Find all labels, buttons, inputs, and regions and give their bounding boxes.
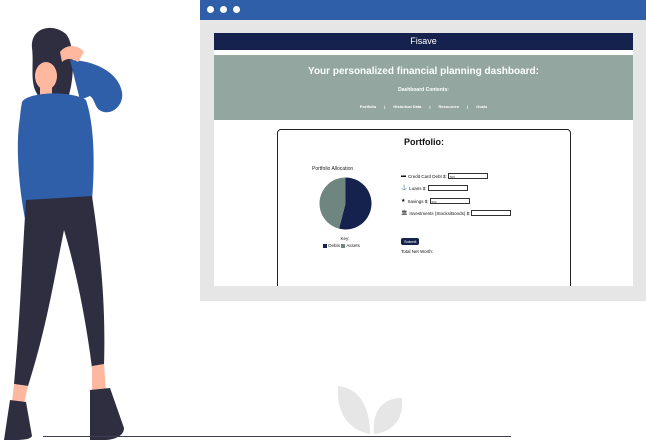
browser-titlebar [200,0,646,20]
leaf-left [337,386,370,434]
savings-input[interactable]: 600 [429,198,470,204]
legend-swatch-assets [341,243,346,248]
floor-line [43,436,511,437]
woman-illustration [4,27,124,440]
investments-label: Investments (Stocks/Bonds) $: [409,210,471,216]
nav-separator: | [384,104,386,109]
legend: Debts Assets [323,243,360,248]
browser-window: Fisave Your personalized financial plann… [200,0,646,301]
legend-key-label: Key: [340,236,350,241]
submit-button[interactable]: Submit [401,238,420,245]
anchor-icon: ⚓ [401,185,408,191]
legend-swatch-debts [323,243,327,248]
dashboard-contents-label: Dashboard Contents: [398,87,449,93]
investments-input[interactable] [471,210,512,216]
credit-card-debt-label: Credit Card Debt $: [408,173,447,179]
dashboard-nav: Portfolio | Historical Data | Resources … [214,104,633,109]
credit-card-icon: ▬ [401,173,406,179]
star-icon: ★ [401,198,406,204]
total-net-worth-label: Total Net Worth: [401,249,434,254]
credit-card-debt-field: ▬ Credit Card Debt $: 500 [401,173,488,179]
savings-field: ★ Savings $: 600 [401,198,470,204]
investments-field: 🏛 Investments (Stocks/Bonds) $: [401,210,512,216]
window-dot-close[interactable] [207,6,214,13]
loans-label: Loans $: [409,185,427,191]
window-dot-maximize[interactable] [233,6,240,13]
bank-icon: 🏛 [401,210,408,216]
portfolio-title: Portfolio: [404,137,444,147]
nav-link-portfolio[interactable]: Portfolio [360,104,376,109]
woman-figure [4,27,124,440]
savings-label: Savings $: [407,198,429,204]
allocation-pie-chart [319,177,372,230]
window-dot-minimize[interactable] [220,6,227,13]
loans-input[interactable] [427,185,468,191]
nav-separator: | [466,104,469,109]
chart-title: Portfolio Allocation [312,166,354,172]
browser-viewport: Fisave Your personalized financial plann… [214,33,633,286]
portfolio-card: Portfolio: Portfolio Allocation Key: Deb… [277,129,571,286]
app-title: Fisave [214,33,633,50]
plant-illustration [337,386,403,434]
leaf-right [373,398,403,434]
credit-card-debt-input[interactable]: 500 [447,173,488,179]
nav-link-goals[interactable]: Goals [476,104,487,109]
legend-label-assets: Assets [346,243,360,248]
hero-title: Your personalized financial planning das… [308,66,539,77]
nav-separator: | [429,104,431,109]
nav-link-resources[interactable]: Resources [439,104,459,109]
loans-field: ⚓ Loans $: [401,185,468,191]
nav-link-historical-data[interactable]: Historical Data [393,104,421,109]
hero-banner: Your personalized financial planning das… [214,55,633,120]
legend-label-debts: Debts [328,243,341,248]
